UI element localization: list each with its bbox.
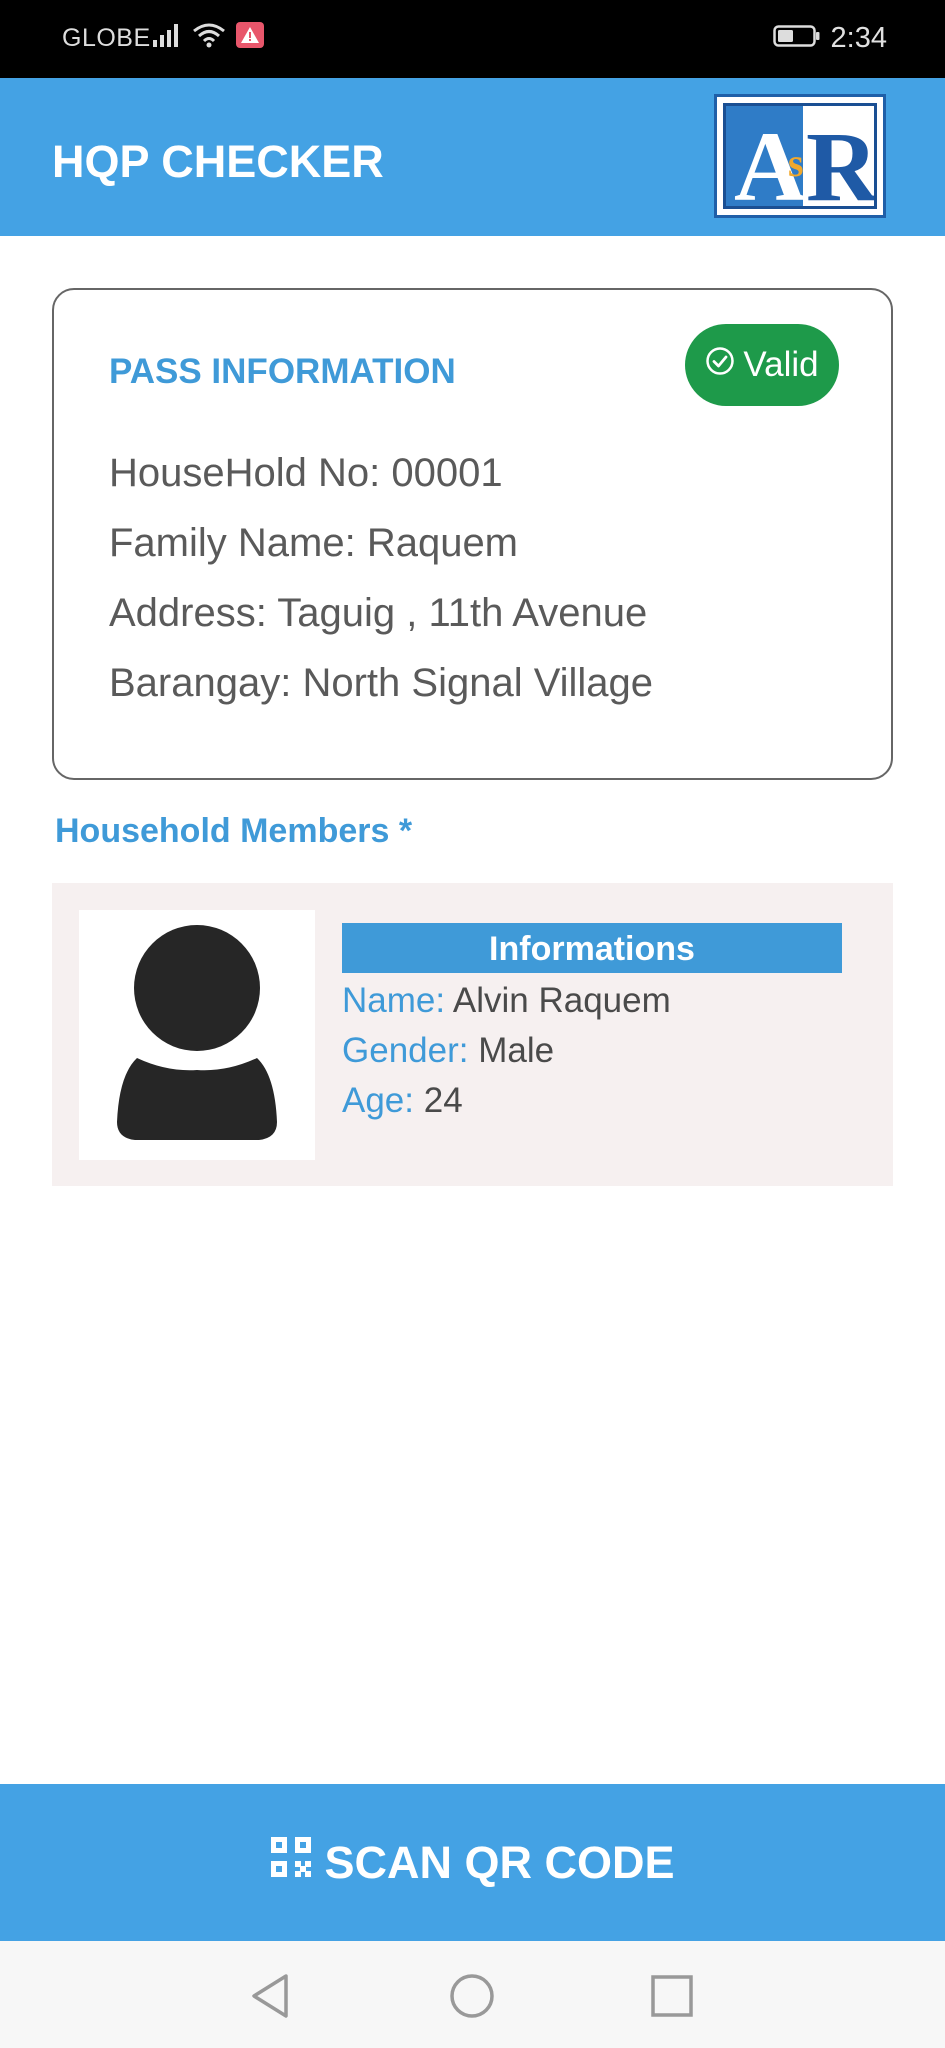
pass-details: HouseHold No: 00001 Family Name: Raquem … — [109, 450, 653, 730]
member-age-label: Age: — [342, 1081, 414, 1120]
avatar — [79, 910, 315, 1160]
member-gender: Male — [478, 1031, 555, 1070]
member-name: Alvin Raquem — [452, 981, 671, 1020]
asr-logo-icon: A R s — [714, 94, 886, 218]
clock: 2:34 — [830, 22, 887, 54]
member-gender-label: Gender: — [342, 1031, 469, 1070]
pass-information-heading: PASS INFORMATION — [109, 352, 456, 391]
recents-icon[interactable] — [647, 1971, 697, 2021]
member-gender-row: Gender: Male — [342, 1028, 671, 1078]
household-members-heading: Household Members * — [55, 812, 413, 850]
status-badge: Valid — [685, 324, 839, 406]
svg-text:s: s — [788, 140, 804, 185]
status-right: 2:34 — [772, 22, 887, 55]
pass-information-card: PASS INFORMATION Valid HouseHold No: 000… — [52, 288, 893, 780]
status-badge-label: Valid — [743, 345, 819, 384]
back-icon[interactable] — [245, 1971, 295, 2021]
app-title: HQP CHECKER — [52, 136, 384, 187]
qr-code-icon — [270, 1836, 312, 1889]
member-name-row: Name: Alvin Raquem — [342, 978, 671, 1028]
family-name: Family Name: Raquem — [109, 521, 519, 565]
status-icons — [152, 22, 264, 48]
member-info-header: Informations — [342, 923, 842, 973]
wifi-icon — [192, 22, 226, 48]
household-number: HouseHold No: 00001 — [109, 451, 503, 495]
address: Address: Taguig , 11th Avenue — [109, 591, 648, 635]
member-age: 24 — [423, 1081, 463, 1120]
svg-text:R: R — [806, 111, 877, 209]
scan-qr-code-label: SCAN QR CODE — [324, 1836, 675, 1888]
member-card[interactable]: Informations Name: Alvin Raquem Gender: … — [52, 883, 893, 1186]
status-bar: GLOBE 2:34 — [0, 0, 945, 78]
navigation-bar — [0, 1941, 945, 2048]
signal-icon — [152, 22, 182, 48]
app-bar: HQP CHECKER A R s — [0, 78, 945, 236]
alert-icon — [236, 22, 264, 48]
check-circle-icon — [705, 345, 735, 385]
member-info: Name: Alvin Raquem Gender: Male Age: 24 — [342, 978, 671, 1128]
user-silhouette-icon — [79, 925, 315, 1164]
battery-icon — [772, 23, 821, 54]
scan-qr-code-button[interactable]: SCAN QR CODE — [0, 1784, 945, 1941]
carrier-label: GLOBE — [62, 24, 151, 52]
member-name-label: Name: — [342, 981, 446, 1020]
member-age-row: Age: 24 — [342, 1078, 671, 1128]
barangay: Barangay: North Signal Village — [109, 661, 654, 705]
home-icon[interactable] — [447, 1971, 497, 2021]
